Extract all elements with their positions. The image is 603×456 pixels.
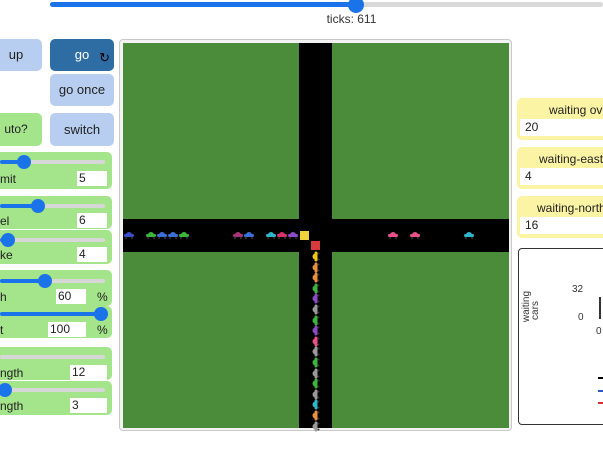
monitor-waiting-eastbound: waiting-eastb 4 — [517, 147, 603, 189]
monitor-label-waiting-overall: waiting ove — [549, 103, 603, 117]
slider-label-4: h — [0, 290, 7, 304]
plot-legend-swatch-black — [598, 377, 603, 379]
northbound-car-icon — [312, 272, 320, 283]
waiting-cars-plot: waiting cars 32 0 0 — [518, 248, 603, 425]
go-once-button[interactable]: go once — [50, 74, 114, 106]
eastbound-car-icon — [124, 232, 134, 239]
monitor-label-waiting-northbound: waiting-northl — [537, 201, 603, 215]
slider-label-2: el — [0, 214, 10, 228]
slider-label-3: ke — [0, 248, 13, 262]
plot-y-min: 0 — [578, 312, 584, 323]
go-button[interactable]: go ↻ — [50, 39, 114, 71]
slider-value-3: 4 — [77, 247, 107, 262]
slider-label-6: ngth — [0, 366, 24, 380]
slider-track-6[interactable] — [0, 355, 105, 359]
eastbound-car-icon — [179, 232, 189, 239]
northbound-car-icon — [312, 368, 320, 379]
slider-fill-5 — [0, 312, 104, 316]
setup-button-label: up — [8, 47, 24, 62]
plot-y-label-line2: cars — [529, 301, 541, 320]
eastbound-car-icon — [277, 232, 287, 239]
monitor-value-waiting-northbound: 16 — [520, 217, 603, 234]
northbound-car-icon — [312, 251, 320, 262]
eastbound-car-icon — [266, 232, 276, 239]
eastbound-car-icon — [146, 232, 156, 239]
eastbound-car-icon — [464, 232, 474, 239]
ticks-counter: ticks: 611 — [326, 12, 377, 26]
northbound-car-icon — [312, 399, 320, 410]
slider-label-1: mit — [0, 172, 16, 186]
northbound-car-icon — [312, 283, 320, 294]
plot-series-line — [599, 297, 601, 319]
northbound-car-icon — [312, 389, 320, 400]
northbound-car-icon — [312, 378, 320, 389]
auto-switch-label: uto? — [4, 122, 28, 136]
slider-thumb-4[interactable] — [38, 274, 52, 288]
slider-widget-4: h 60 % — [0, 270, 112, 306]
switch-button[interactable]: switch — [50, 113, 114, 146]
slider-value-6: 12 — [70, 365, 107, 380]
auto-switch-toggle[interactable]: uto? — [0, 113, 42, 146]
slider-track-7[interactable] — [0, 388, 105, 392]
plot-legend-swatch-red — [598, 402, 603, 404]
northbound-car-icon — [312, 262, 320, 273]
plot-legend-swatch-blue — [598, 390, 603, 392]
slider-widget-6: ngth 12 — [0, 347, 112, 380]
northbound-car-icon — [312, 336, 320, 347]
slider-thumb-1[interactable] — [17, 155, 31, 169]
monitor-waiting-northbound: waiting-northl 16 — [517, 196, 603, 238]
monitor-waiting-overall: waiting ove 20 — [517, 98, 603, 140]
monitor-value-waiting-overall: 20 — [520, 119, 603, 136]
go-once-button-label: go once — [58, 82, 106, 97]
slider-value-4: 60 — [56, 289, 86, 304]
slider-widget-3: ke 4 — [0, 230, 112, 264]
go-button-label: go — [74, 47, 90, 62]
northbound-car-icon — [312, 304, 320, 315]
switch-button-label: switch — [63, 122, 101, 137]
slider-value-5: 100 — [48, 322, 86, 337]
monitor-label-waiting-eastbound: waiting-eastb — [539, 152, 603, 166]
plot-y-max: 32 — [572, 284, 584, 295]
northbound-car-icon — [312, 410, 320, 421]
northbound-car-icon — [312, 346, 320, 357]
slider-thumb-3[interactable] — [1, 233, 15, 247]
northbound-car-icon — [312, 421, 320, 432]
slider-thumb-2[interactable] — [31, 199, 45, 213]
slider-value-7: 3 — [70, 398, 107, 413]
northbound-car-icon — [312, 357, 320, 368]
slider-value-2: 6 — [77, 213, 107, 228]
eastbound-car-icon — [233, 232, 243, 239]
slider-widget-7: ngth 3 — [0, 381, 112, 415]
eastbound-traffic-light — [300, 231, 309, 240]
eastbound-car-icon — [388, 232, 398, 239]
plot-x-min: 0 — [596, 326, 602, 337]
northbound-traffic-light — [311, 241, 320, 250]
slider-unit-5: % — [97, 323, 108, 337]
northbound-car-icon — [312, 293, 320, 304]
speed-slider-fill — [50, 2, 356, 7]
slider-track-3[interactable] — [0, 238, 105, 242]
slider-thumb-7[interactable] — [0, 383, 12, 397]
slider-label-7: ngth — [0, 399, 24, 413]
slider-label-5: t — [0, 323, 4, 337]
forever-icon: ↻ — [99, 50, 110, 65]
northbound-car-icon — [312, 315, 320, 326]
slider-widget-2: el 6 — [0, 196, 112, 229]
eastbound-car-icon — [410, 232, 420, 239]
monitor-value-waiting-eastbound: 4 — [520, 168, 603, 185]
setup-button[interactable]: up — [0, 39, 42, 71]
eastbound-car-icon — [244, 232, 254, 239]
slider-widget-1: mit 5 — [0, 152, 112, 189]
northbound-car-icon — [312, 325, 320, 336]
eastbound-car-icon — [168, 232, 178, 239]
slider-unit-4: % — [97, 290, 108, 304]
slider-thumb-5[interactable] — [94, 307, 108, 321]
eastbound-car-icon — [288, 232, 298, 239]
eastbound-car-icon — [157, 232, 167, 239]
slider-widget-5: t 100 % — [0, 306, 112, 338]
slider-value-1: 5 — [77, 171, 107, 186]
plot-y-axis-label: waiting cars — [521, 285, 545, 335]
